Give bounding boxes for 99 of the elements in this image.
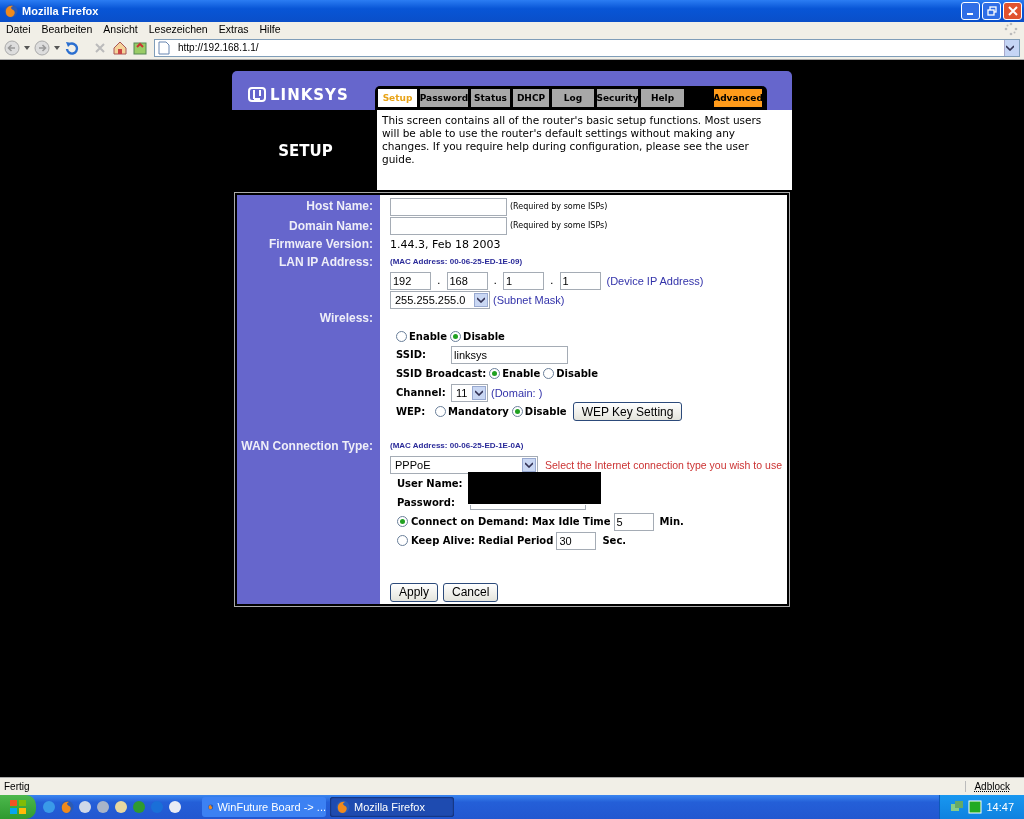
dropdown-caret-icon[interactable] <box>54 45 60 50</box>
restore-button[interactable] <box>982 2 1001 20</box>
separator-dot: . <box>437 274 441 287</box>
minimize-button[interactable] <box>961 2 980 20</box>
option-label: Mandatory <box>448 406 509 417</box>
hint-text: (Subnet Mask) <box>493 293 565 306</box>
tab[interactable]: Help <box>641 89 684 107</box>
firefox-icon <box>4 4 18 18</box>
input-field[interactable]: 30 <box>556 531 597 550</box>
start-button[interactable] <box>0 795 36 819</box>
input-field[interactable]: 1 <box>503 271 544 290</box>
tab[interactable]: Security <box>597 89 638 107</box>
password-field[interactable] <box>470 505 586 510</box>
option-label: Keep Alive: Redial Period <box>411 535 554 546</box>
radio-button[interactable] <box>396 330 407 342</box>
mac-address: (MAC Address: 00-06-25-ED-1E-0A) <box>390 440 524 450</box>
input-field[interactable] <box>390 216 507 235</box>
radio-button[interactable] <box>435 406 446 417</box>
option-label: Disable <box>556 368 599 379</box>
throbber-icon <box>1004 22 1018 36</box>
dropdown-caret-icon[interactable] <box>24 45 30 50</box>
input-field[interactable] <box>390 197 507 216</box>
menu-item[interactable]: Ansicht <box>103 23 138 35</box>
radio-button[interactable] <box>397 516 408 527</box>
page-title: SETUP <box>278 141 333 160</box>
radio-button[interactable] <box>450 330 462 342</box>
close-icon <box>1007 6 1018 16</box>
field-label: WAN Connection Type: <box>241 439 373 453</box>
dropdown[interactable]: PPPoE <box>390 455 538 474</box>
status-text: Fertig <box>4 781 30 792</box>
field-label: Password: <box>397 497 456 508</box>
option-label: Connect on Demand: Max Idle Time <box>411 516 611 527</box>
page-icon <box>158 40 170 55</box>
hint-text: (Required by some ISPs) <box>510 202 608 211</box>
field-label: Domain Name: <box>288 218 373 233</box>
clock: 14:47 <box>986 801 1014 813</box>
close-button[interactable] <box>1003 2 1022 20</box>
mac-address: (MAC Address: 00-06-25-ED-1E-09) <box>390 256 523 266</box>
field-label: Wireless: <box>319 311 373 325</box>
tab[interactable]: DHCP <box>513 89 549 107</box>
home-icon[interactable] <box>112 39 128 56</box>
field-label: User Name: <box>397 478 463 489</box>
address-field[interactable]: http://192.168.1.1/ <box>154 38 1020 57</box>
menu-item[interactable]: Lesezeichen <box>148 23 208 35</box>
input-field[interactable]: 168 <box>446 271 488 290</box>
field-label: SSID Broadcast: <box>396 368 487 379</box>
description: This screen contains all of the router's basic setup functions. Most users will be able to use the router's default settings without making any changes. If you require help during configuration, please see the user guide. <box>377 110 792 190</box>
field-label: WEP: <box>396 406 427 417</box>
firefox-icon <box>60 800 74 814</box>
wep-key-setting-button[interactable]: WEP Key Setting <box>572 402 683 421</box>
unit-label: Min. <box>659 516 684 527</box>
radio-button[interactable] <box>543 368 555 379</box>
hint-text: Select the Internet connection type you wish to use <box>545 458 782 471</box>
radio-button[interactable] <box>489 368 501 379</box>
option-label: Disable <box>524 406 567 417</box>
input-field[interactable]: linksys <box>451 345 568 364</box>
network-icon[interactable] <box>950 800 965 814</box>
field-label: Channel: <box>396 387 447 398</box>
input-field[interactable]: 192 <box>390 271 431 290</box>
hint-text: (Required by some ISPs) <box>510 221 608 230</box>
window-title: Mozilla Firefox <box>22 5 100 17</box>
windows-flag-icon <box>9 799 27 815</box>
field-label: LAN IP Address: <box>278 255 373 269</box>
logo-icon <box>248 87 266 102</box>
form-button[interactable]: Apply <box>390 582 439 602</box>
tab[interactable]: Advanced <box>714 89 762 107</box>
form-button[interactable]: Cancel <box>443 582 499 602</box>
menu-item[interactable]: Extras <box>218 23 249 35</box>
taskbar-button[interactable]: WinFuture Board -> ... <box>202 797 326 817</box>
logo: LINKSYS <box>270 87 349 103</box>
firmware-version: 1.44.3, Feb 18 2003 <box>390 237 501 251</box>
dropdown[interactable]: 11 <box>451 383 488 402</box>
separator-dot: . <box>493 274 497 287</box>
input-field[interactable]: 5 <box>613 512 654 531</box>
option-label: Enable <box>409 330 448 342</box>
firefox-icon <box>336 800 350 814</box>
unit-label: Sec. <box>602 535 627 546</box>
bookmark-icon[interactable] <box>132 39 148 56</box>
radio-button[interactable] <box>397 535 408 546</box>
field-label: Host Name: <box>306 198 373 213</box>
dropdown[interactable]: 255.255.255.0 <box>390 290 490 309</box>
hint-text: (Device IP Address) <box>606 274 704 287</box>
menu-item[interactable]: Hilfe <box>259 23 281 35</box>
menu-item[interactable]: Bearbeiten <box>41 23 93 35</box>
tab[interactable]: Log <box>552 89 594 107</box>
tab[interactable]: Status <box>471 89 510 107</box>
hint-text: (Domain: ) <box>491 386 543 399</box>
field-label: SSID: <box>396 349 427 360</box>
field-label: Firmware Version: <box>268 237 373 251</box>
option-label: Enable <box>502 368 541 379</box>
restore-icon <box>986 6 997 16</box>
radio-button[interactable] <box>511 406 523 417</box>
adblock-link[interactable]: Adblock <box>965 781 1024 792</box>
menu-item[interactable]: Datei <box>6 23 31 35</box>
tab[interactable]: Password <box>420 89 468 107</box>
input-field[interactable]: 1 <box>559 271 601 290</box>
separator-dot: . <box>550 274 554 287</box>
taskbar-button[interactable]: Mozilla Firefox <box>330 797 454 817</box>
option-label: Disable <box>463 330 505 342</box>
